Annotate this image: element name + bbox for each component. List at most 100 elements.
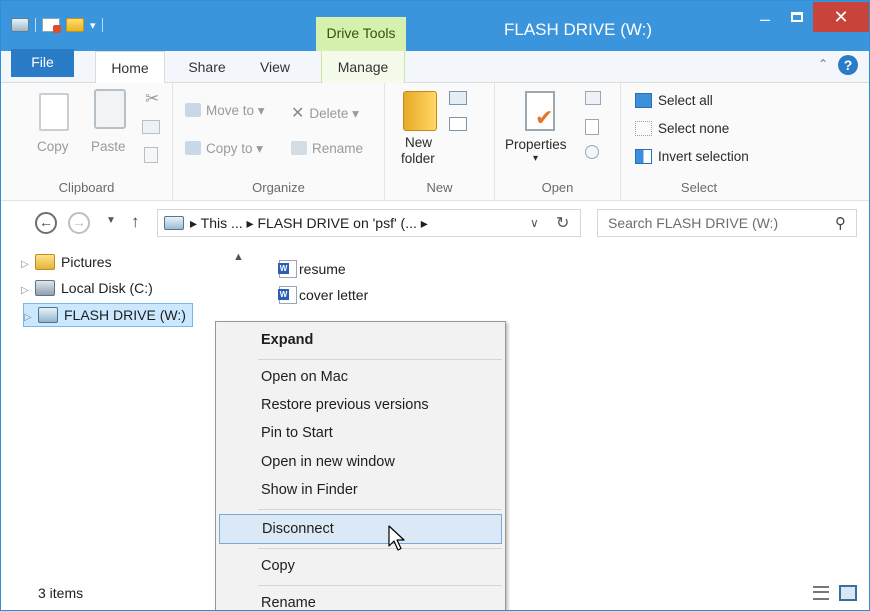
- scroll-up-arrow-icon[interactable]: ▲: [233, 251, 244, 263]
- new-item-icon[interactable]: [449, 91, 467, 105]
- ribbon-home: Copy Paste ✂ Clipboard Move to ▾ ✕ Delete…: [1, 83, 869, 201]
- tab-share[interactable]: Share: [177, 51, 237, 83]
- forward-button[interactable]: →: [68, 212, 90, 234]
- rename-label: Rename: [312, 141, 364, 156]
- expand-arrow-icon[interactable]: ▷: [24, 307, 38, 329]
- open-group-label: Open: [541, 180, 574, 195]
- details-view-icon[interactable]: [813, 586, 829, 600]
- select-all-button[interactable]: Select all: [635, 93, 713, 108]
- copy-path-icon[interactable]: [142, 120, 160, 134]
- tab-home[interactable]: Home: [95, 51, 165, 84]
- tab-manage[interactable]: Manage: [321, 51, 405, 83]
- address-bar[interactable]: ▸ This ... ▸ FLASH DRIVE on 'psf' (... ▸…: [157, 209, 581, 237]
- nav-item-label: Local Disk (C:): [61, 280, 153, 296]
- network-drive-icon: [38, 307, 58, 323]
- menu-item-open-on-mac[interactable]: Open on Mac: [219, 363, 502, 393]
- new-group-label: New: [426, 180, 453, 195]
- back-button[interactable]: ←: [35, 212, 57, 234]
- menu-item-disconnect[interactable]: Disconnect: [219, 514, 502, 544]
- breadcrumb[interactable]: ▸ This ... ▸ FLASH DRIVE on 'psf' (... ▸: [190, 215, 428, 232]
- move-to-label: Move to ▾: [206, 103, 265, 118]
- new-folder-button-line1[interactable]: New: [405, 135, 432, 150]
- menu-item-pin-to-start[interactable]: Pin to Start: [219, 419, 502, 449]
- paste-icon[interactable]: [94, 89, 126, 129]
- menu-separator: [258, 585, 502, 586]
- copy-to-button[interactable]: Copy to ▾: [185, 141, 263, 157]
- large-icons-view-icon[interactable]: [839, 585, 857, 601]
- delete-x-icon: ✕: [291, 105, 305, 122]
- file-name: resume: [299, 261, 346, 277]
- local-disk-icon: [35, 280, 55, 296]
- properties-dropdown-icon[interactable]: ▾: [533, 153, 538, 164]
- up-button[interactable]: ↑: [131, 212, 140, 232]
- list-item[interactable]: cover letter: [278, 285, 369, 307]
- open-icon[interactable]: [585, 91, 601, 105]
- pictures-folder-icon: [35, 254, 55, 270]
- menu-separator: [258, 509, 502, 510]
- close-button[interactable]: ✕: [813, 2, 869, 32]
- paste-shortcut-icon[interactable]: [144, 147, 158, 163]
- edit-icon[interactable]: [585, 119, 599, 135]
- menu-item-restore-previous-versions[interactable]: Restore previous versions: [219, 391, 502, 421]
- move-to-icon: [185, 103, 201, 117]
- search-box[interactable]: Search FLASH DRIVE (W:) ⚲: [597, 209, 857, 237]
- expand-arrow-icon[interactable]: ▷: [21, 254, 35, 276]
- mouse-cursor-icon: [388, 525, 405, 551]
- help-icon[interactable]: ?: [838, 55, 858, 75]
- item-count: 3 items: [38, 585, 84, 601]
- refresh-icon[interactable]: ↻: [556, 213, 569, 233]
- new-folder-icon[interactable]: [403, 91, 437, 131]
- invert-selection-button[interactable]: Invert selection: [635, 149, 749, 164]
- tab-file[interactable]: File: [11, 49, 74, 77]
- cut-icon[interactable]: ✂: [145, 89, 159, 109]
- minimize-button[interactable]: ‒: [751, 9, 779, 41]
- recent-locations-dropdown-icon[interactable]: ▼: [106, 215, 116, 226]
- delete-button[interactable]: ✕ Delete ▾: [291, 103, 359, 123]
- select-none-button[interactable]: Select none: [635, 121, 729, 136]
- nav-item-label: FLASH DRIVE (W:): [64, 307, 186, 323]
- history-icon[interactable]: [585, 145, 599, 159]
- copy-icon[interactable]: [39, 93, 69, 131]
- rename-icon: [291, 141, 307, 155]
- clipboard-group: Copy Paste ✂ Clipboard: [1, 83, 173, 201]
- nav-item-label: Pictures: [61, 254, 112, 270]
- nav-item-pictures[interactable]: ▷ Pictures: [21, 251, 112, 275]
- nav-item-local-disk[interactable]: ▷ Local Disk (C:): [21, 277, 153, 301]
- organize-group-label: Organize: [252, 180, 305, 195]
- maximize-button[interactable]: [783, 9, 811, 41]
- properties-icon[interactable]: [525, 91, 555, 131]
- word-document-icon: [278, 260, 297, 278]
- nav-item-flash-drive[interactable]: ▷ FLASH DRIVE (W:): [23, 303, 193, 327]
- list-item[interactable]: resume: [278, 259, 346, 281]
- new-folder-button-line2[interactable]: folder: [401, 151, 435, 166]
- menu-item-copy[interactable]: Copy: [219, 552, 502, 582]
- search-icon[interactable]: ⚲: [835, 214, 846, 232]
- easy-access-icon[interactable]: [449, 117, 467, 131]
- move-to-button[interactable]: Move to ▾: [185, 103, 265, 119]
- file-name: cover letter: [299, 287, 369, 303]
- select-all-icon: [635, 93, 652, 108]
- open-group: Properties ▾ Open: [495, 83, 621, 201]
- menu-separator: [258, 548, 502, 549]
- address-dropdown-icon[interactable]: ∨: [530, 216, 539, 230]
- tab-view[interactable]: View: [249, 51, 301, 83]
- menu-separator: [258, 359, 502, 360]
- copy-button[interactable]: Copy: [37, 139, 69, 154]
- menu-item-open-in-new-window[interactable]: Open in new window: [219, 448, 502, 478]
- invert-selection-icon: [635, 149, 652, 164]
- delete-label: Delete ▾: [309, 106, 359, 121]
- menu-item-expand[interactable]: Expand: [219, 326, 502, 356]
- menu-item-rename[interactable]: Rename: [219, 589, 502, 610]
- title-bar: ▾ Drive Tools FLASH DRIVE (W:) ‒ ✕: [1, 1, 869, 51]
- minimize-ribbon-chevron-icon[interactable]: ⌃: [818, 57, 828, 71]
- expand-arrow-icon[interactable]: ▷: [21, 280, 35, 302]
- paste-button[interactable]: Paste: [91, 139, 126, 154]
- network-drive-icon: [164, 216, 184, 230]
- select-group-label: Select: [680, 180, 718, 195]
- menu-item-show-in-finder[interactable]: Show in Finder: [219, 476, 502, 506]
- properties-button[interactable]: Properties: [505, 137, 567, 152]
- search-input[interactable]: Search FLASH DRIVE (W:): [608, 215, 778, 231]
- word-document-icon: [278, 286, 297, 304]
- rename-button[interactable]: Rename: [291, 141, 363, 156]
- new-group: New folder New: [385, 83, 495, 201]
